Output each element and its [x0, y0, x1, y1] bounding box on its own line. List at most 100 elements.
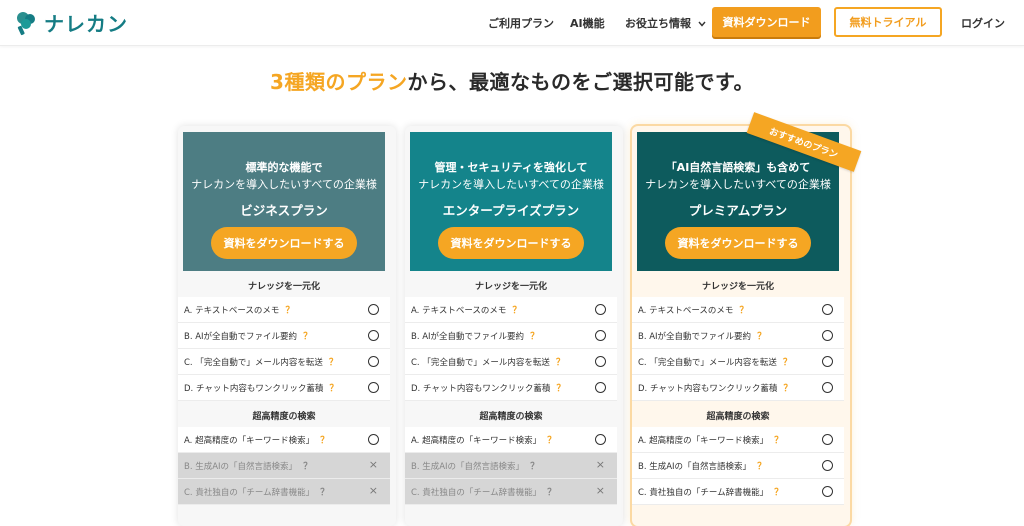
feature-row: A. テキストベースのメモ ？: [632, 297, 844, 323]
feature-label: D. チャット内容もワンクリック蓄積: [411, 383, 551, 394]
headline-rest: から、最適なものをご選択可能です。: [407, 70, 754, 94]
plan-card-business: 標準的な機能で ナレカンを導入したいすべての企業様 ビジネスプラン 資料をダウンロード…: [178, 126, 396, 526]
feature-label: A. 超高精度の「キーワード検索」: [411, 435, 542, 446]
plan-tagline: 標準的な機能で: [245, 161, 323, 174]
plan-tagline: 管理・セキュリティを強化して: [434, 161, 588, 174]
help-icon[interactable]: ？: [783, 381, 792, 394]
available-circle-icon: [822, 356, 833, 367]
feature-label: A. 超高精度の「キーワード検索」: [184, 435, 315, 446]
feature-label: A. テキストベースのメモ: [184, 305, 280, 316]
feature-label: B. 生成AIの「自然言語検索」: [411, 461, 525, 472]
feature-row: C. 「完全自動で」メール内容を転送 ？: [632, 349, 844, 375]
feature-row: B. AIが全自動でファイル要約 ？: [632, 323, 844, 349]
plan-card-premium: 「AI自然言語検索」も含めて ナレカンを導入したいすべての企業様 プレミアムプラン資…: [632, 126, 850, 526]
help-icon[interactable]: ？: [320, 485, 329, 498]
plan-name: エンタープライズプラン: [442, 203, 580, 218]
feature-label: D. チャット内容もワンクリック蓄積: [184, 383, 324, 394]
nav-plans[interactable]: ご利用プラン: [488, 15, 554, 31]
available-circle-icon: [822, 382, 833, 393]
available-circle-icon: [822, 330, 833, 341]
feature-row: B. 生成AIの「自然言語検索」 ？ ×: [178, 453, 390, 479]
feature-label: B. 生成AIの「自然言語検索」: [638, 461, 752, 472]
help-icon[interactable]: ？: [530, 459, 539, 472]
feature-row: D. チャット内容もワンクリック蓄積 ？: [178, 375, 390, 401]
help-icon[interactable]: ？: [547, 433, 556, 446]
section-heading: 超高精度の検索: [479, 411, 543, 422]
help-icon[interactable]: ？: [774, 433, 783, 446]
feature-label: C. 「完全自動で」メール内容を転送: [638, 357, 777, 368]
available-circle-icon: [368, 330, 379, 341]
help-icon[interactable]: ？: [303, 459, 312, 472]
feature-row: A. 超高精度の「キーワード検索」 ？: [632, 427, 844, 453]
unavailable-x-icon: ×: [595, 484, 605, 497]
help-icon[interactable]: ？: [739, 303, 748, 316]
available-circle-icon: [368, 304, 379, 315]
free-trial-button[interactable]: 無料トライアル: [834, 7, 942, 37]
chevron-down-icon: [698, 21, 706, 27]
feature-row: A. テキストベースのメモ ？: [405, 297, 617, 323]
feature-label: C. 貴社独自の「チーム辞書機能」: [638, 487, 769, 498]
feature-row: C. 貴社独自の「チーム辞書機能」 ？ ×: [405, 479, 617, 505]
help-icon[interactable]: ？: [329, 381, 338, 394]
feature-label: A. テキストベースのメモ: [638, 305, 734, 316]
nav-useful-info[interactable]: お役立ち情報: [625, 15, 706, 31]
plan-download-button[interactable]: 資料をダウンロードする: [438, 227, 584, 259]
help-icon[interactable]: ？: [774, 485, 783, 498]
unavailable-x-icon: ×: [368, 484, 378, 497]
feature-row: B. 生成AIの「自然言語検索」 ？: [632, 453, 844, 479]
plan-card-enterprise: 管理・セキュリティを強化して ナレカンを導入したいすべての企業様 エンタープライズプ…: [405, 126, 623, 526]
section-heading: ナレッジを一元化: [701, 281, 774, 292]
plan-header: 管理・セキュリティを強化して ナレカンを導入したいすべての企業様 エンタープライズプ…: [410, 132, 612, 271]
help-icon[interactable]: ？: [556, 355, 565, 368]
help-icon[interactable]: ？: [285, 303, 294, 316]
feature-row: B. AIが全自動でファイル要約 ？: [178, 323, 390, 349]
nav-ai-features[interactable]: AI機能: [570, 15, 605, 31]
feature-label: C. 貴社独自の「チーム辞書機能」: [184, 487, 315, 498]
available-circle-icon: [595, 330, 606, 341]
available-circle-icon: [595, 382, 606, 393]
site-header: ナレカン ご利用プラン AI機能 お役立ち情報 資料ダウンロード 無料トライアル…: [0, 0, 1024, 46]
help-icon[interactable]: ？: [320, 433, 329, 446]
feature-row: A. テキストベースのメモ ？: [178, 297, 390, 323]
feature-row: A. 超高精度の「キーワード検索」 ？: [178, 427, 390, 453]
help-icon[interactable]: ？: [757, 329, 766, 342]
login-link[interactable]: ログイン: [961, 15, 1005, 31]
page-headline: 3種類のプランから、最適なものをご選択可能です。: [0, 66, 1024, 95]
available-circle-icon: [595, 434, 606, 445]
help-icon[interactable]: ？: [556, 381, 565, 394]
feature-row: D. チャット内容もワンクリック蓄積 ？: [632, 375, 844, 401]
feature-row: C. 「完全自動で」メール内容を転送 ？: [178, 349, 390, 375]
feature-label: A. 超高精度の「キーワード検索」: [638, 435, 769, 446]
unavailable-x-icon: ×: [368, 458, 378, 471]
available-circle-icon: [822, 434, 833, 445]
download-button[interactable]: 資料ダウンロード: [712, 7, 821, 37]
feature-label: B. 生成AIの「自然言語検索」: [184, 461, 298, 472]
available-circle-icon: [822, 460, 833, 471]
section-heading: ナレッジを一元化: [474, 281, 547, 292]
section-heading: 超高精度の検索: [706, 411, 770, 422]
help-icon[interactable]: ？: [530, 329, 539, 342]
plan-download-button[interactable]: 資料をダウンロードする: [665, 227, 811, 259]
feature-row: C. 貴社独自の「チーム辞書機能」 ？: [632, 479, 844, 505]
available-circle-icon: [368, 382, 379, 393]
plan-name: ビジネスプラン: [240, 203, 328, 218]
feature-label: A. テキストベースのメモ: [411, 305, 507, 316]
feature-row: A. 超高精度の「キーワード検索」 ？: [405, 427, 617, 453]
feature-row: C. 貴社独自の「チーム辞書機能」 ？ ×: [178, 479, 390, 505]
nav-useful-info-label: お役立ち情報: [625, 17, 691, 30]
help-icon[interactable]: ？: [547, 485, 556, 498]
help-icon[interactable]: ？: [512, 303, 521, 316]
plan-name: プレミアムプラン: [688, 203, 788, 218]
feature-label: B. AIが全自動でファイル要約: [184, 331, 298, 342]
feature-label: D. チャット内容もワンクリック蓄積: [638, 383, 778, 394]
help-icon[interactable]: ？: [783, 355, 792, 368]
help-icon[interactable]: ？: [303, 329, 312, 342]
feature-label: C. 貴社独自の「チーム辞書機能」: [411, 487, 542, 498]
help-icon[interactable]: ？: [757, 459, 766, 472]
feature-label: C. 「完全自動で」メール内容を転送: [184, 357, 323, 368]
logo-text: ナレカン: [44, 12, 128, 36]
plan-download-button[interactable]: 資料をダウンロードする: [211, 227, 357, 259]
logo[interactable]: ナレカン: [14, 8, 128, 37]
section-heading: ナレッジを一元化: [247, 281, 320, 292]
help-icon[interactable]: ？: [329, 355, 338, 368]
